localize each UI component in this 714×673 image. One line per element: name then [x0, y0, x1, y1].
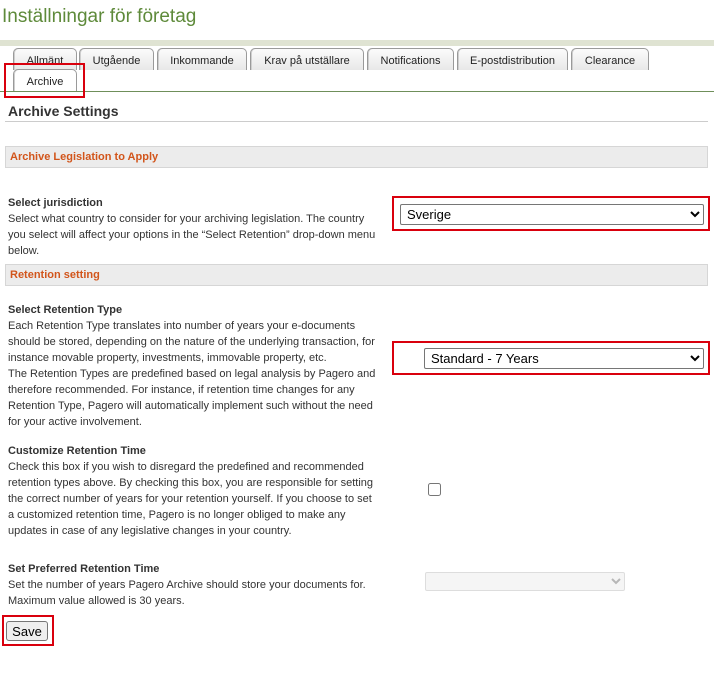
customize-retention-setting: Customize Retention Time Check this box …: [8, 443, 380, 539]
tab-bar-divider: [0, 91, 714, 92]
preferred-retention-select[interactable]: [425, 572, 625, 591]
heading-divider: [5, 121, 708, 122]
retention-type-description-1: Each Retention Type translates into numb…: [8, 320, 375, 364]
save-button[interactable]: Save: [6, 621, 48, 641]
tab-archive[interactable]: Archive: [13, 69, 77, 91]
customize-retention-label: Customize Retention Time: [8, 445, 146, 457]
tab-inkommande[interactable]: Inkommande: [157, 48, 247, 70]
tab-allmant[interactable]: Allmänt: [13, 48, 77, 70]
jurisdiction-setting: Select jurisdiction Select what country …: [8, 195, 380, 259]
jurisdiction-label: Select jurisdiction: [8, 197, 103, 209]
preferred-retention-description: Set the number of years Pagero Archive s…: [8, 579, 366, 607]
section-heading: Archive Settings: [8, 103, 119, 119]
tab-bar: Allmänt Utgående Inkommande Krav på utst…: [0, 46, 714, 92]
subsection-retention: Retention setting: [5, 264, 708, 286]
jurisdiction-select[interactable]: Sverige: [400, 204, 704, 225]
tab-notifications[interactable]: Notifications: [367, 48, 454, 70]
tab-e-postdistribution[interactable]: E-postdistribution: [457, 48, 568, 70]
retention-type-description-2: The Retention Types are predefined based…: [8, 368, 376, 428]
retention-type-setting: Select Retention Type Each Retention Typ…: [8, 302, 380, 430]
retention-type-select[interactable]: Standard - 7 Years: [424, 348, 704, 369]
preferred-retention-setting: Set Preferred Retention Time Set the num…: [8, 561, 380, 609]
preferred-retention-label: Set Preferred Retention Time: [8, 563, 160, 575]
customize-retention-checkbox[interactable]: [428, 483, 441, 496]
page-title: Inställningar för företag: [2, 6, 197, 27]
jurisdiction-description: Select what country to consider for your…: [8, 213, 376, 257]
tab-krav-pa-utstallare[interactable]: Krav på utställare: [250, 48, 364, 70]
tab-clearance[interactable]: Clearance: [571, 48, 649, 70]
tab-utgaende[interactable]: Utgående: [79, 48, 154, 70]
subsection-legislation: Archive Legislation to Apply: [5, 146, 708, 168]
customize-retention-description: Check this box if you wish to disregard …: [8, 461, 374, 537]
retention-type-label: Select Retention Type: [8, 304, 123, 316]
